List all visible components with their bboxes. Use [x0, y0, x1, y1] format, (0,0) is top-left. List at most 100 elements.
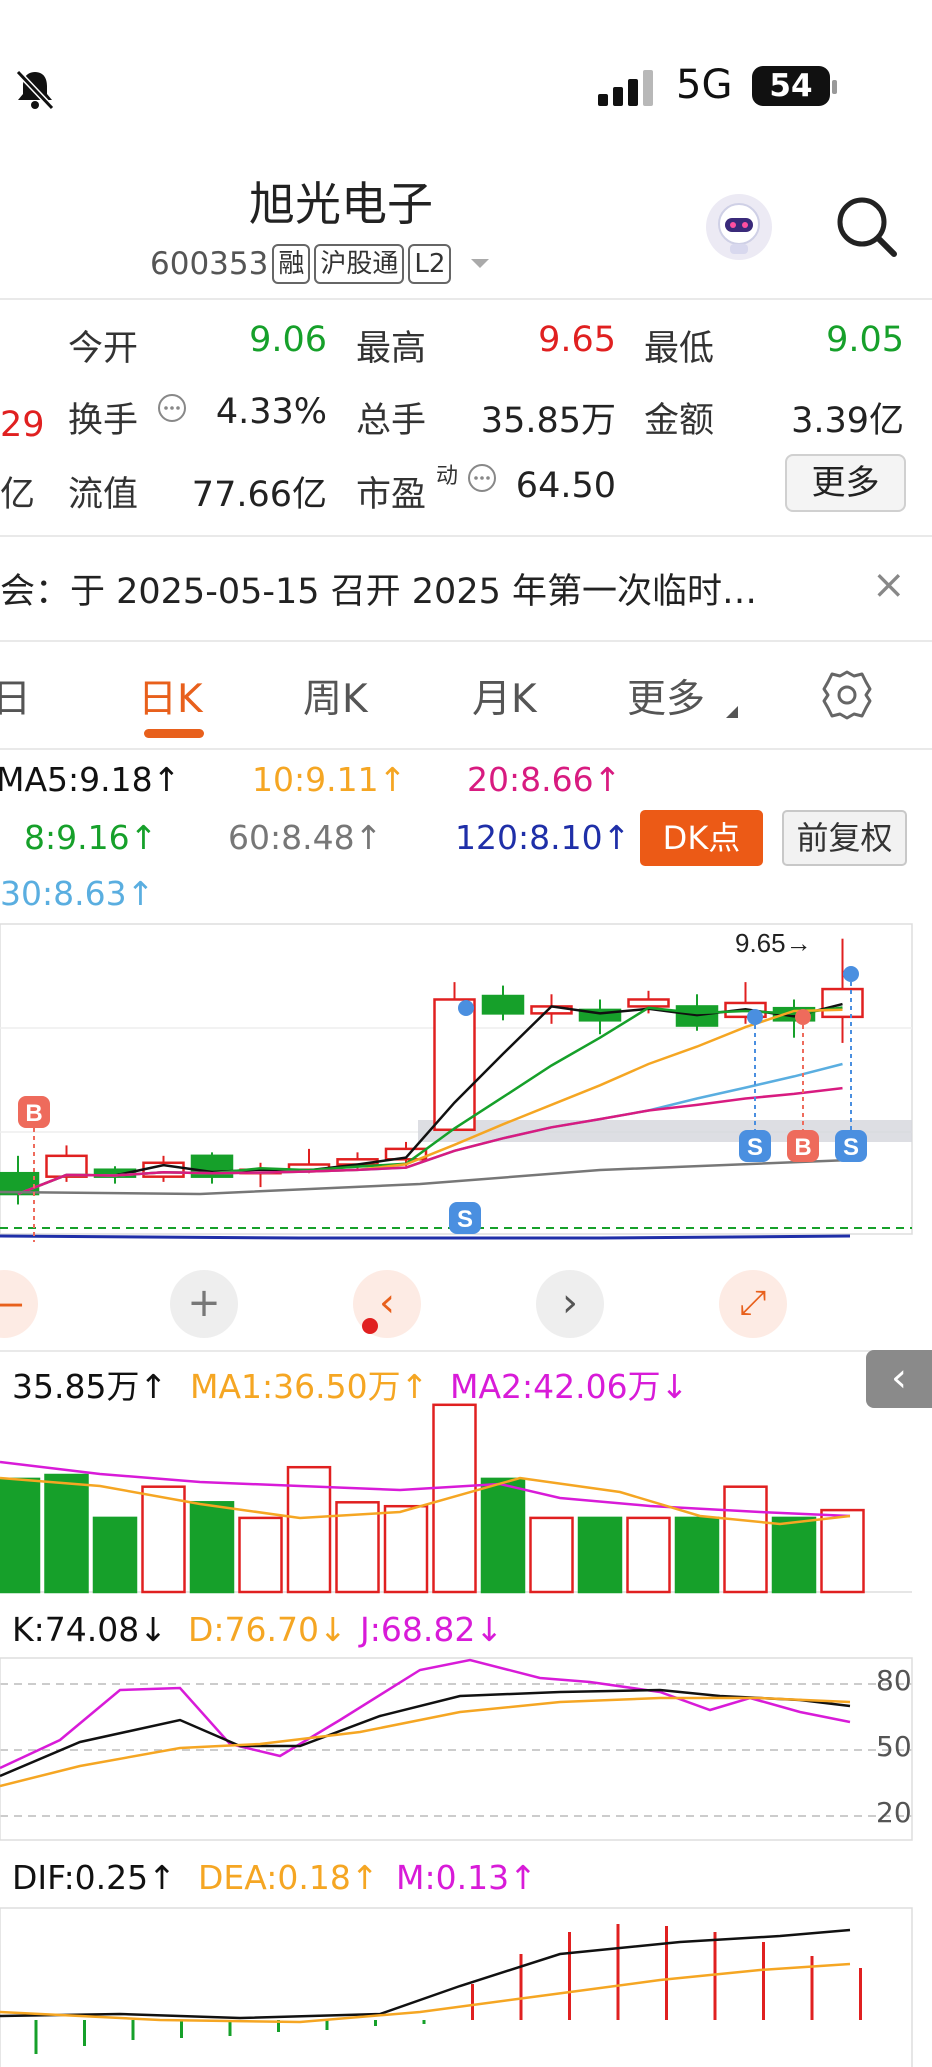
marker-letter: B [25, 1100, 42, 1127]
signal-dot [747, 1009, 763, 1025]
partial-value-2: 亿 [0, 475, 36, 515]
pe-value: 64.50 [515, 466, 616, 506]
open-label: 今开 [68, 329, 139, 369]
candle-body [433, 998, 476, 1132]
tab-monthly-k[interactable]: 月K [472, 668, 537, 724]
stock-title[interactable]: 旭光电子 [0, 168, 682, 234]
volume-chart [0, 1403, 912, 1594]
tag-l2: L2 [408, 244, 452, 284]
kdj-k: K:74.08↓ [12, 1610, 167, 1649]
stock-subinfo: 600353 融 沪股通 L2 [150, 244, 495, 284]
volume-bar [577, 1516, 623, 1594]
bell-off-icon [15, 69, 55, 111]
adjust-button[interactable]: 前复权 [782, 810, 907, 866]
tab-weekly-k[interactable]: 周K [303, 668, 368, 724]
battery-level: 54 [769, 68, 813, 104]
dk-point-button[interactable]: DK点 [640, 810, 763, 866]
volume-bar [432, 1403, 477, 1594]
buy-marker: B [787, 1130, 819, 1162]
candlestick-chart[interactable]: 9.65→ B S S B S [0, 922, 932, 1242]
info-icon[interactable] [466, 462, 498, 494]
kdj-tick-50: 50 [876, 1730, 912, 1763]
more-button[interactable]: 更多 [785, 454, 906, 512]
volume-bar [529, 1516, 574, 1594]
close-icon[interactable]: × [872, 562, 906, 608]
low-label: 最低 [644, 329, 715, 369]
volume-bar [771, 1516, 817, 1594]
robot-avatar-icon[interactable] [706, 194, 772, 260]
candle-body [627, 998, 670, 1008]
kdj-j: J:68.82↓ [360, 1610, 503, 1649]
zoom-in-icon[interactable]: + [170, 1270, 238, 1338]
buy-marker: B [18, 1096, 50, 1128]
high-value: 9.65 [538, 320, 616, 360]
ma5-label: MA5:9.18↑ [0, 760, 181, 799]
macd-dif: DIF:0.25↑ [12, 1858, 176, 1897]
volume-bar [674, 1516, 720, 1594]
tab-indicator [144, 729, 204, 738]
kdj-k-line [0, 1688, 851, 1778]
dropdown-triangle-icon[interactable] [465, 254, 495, 274]
volume-bar [141, 1485, 186, 1594]
ma30-label: 30:8.63↑ [0, 874, 155, 913]
marker-letter: S [457, 1206, 473, 1233]
kdj-frame [0, 1657, 913, 1841]
marker-letter: B [794, 1134, 811, 1161]
partial-value-1: 29 [0, 405, 45, 445]
ma20-label: 20:8.66↑ [467, 760, 622, 799]
forward-arrow-icon[interactable]: › [536, 1270, 604, 1338]
ma8-label: 8:9.16↑ [24, 818, 158, 857]
collapse-icon[interactable]: — [0, 1270, 38, 1338]
float-cap-label: 流值 [68, 475, 139, 515]
marker-letter: S [843, 1134, 859, 1161]
volume-bar [0, 1477, 41, 1594]
sell-marker: S [739, 1130, 771, 1162]
float-cap-value: 77.66亿 [191, 475, 327, 515]
volume-bar [723, 1485, 768, 1594]
ma10-label: 10:9.11↑ [252, 760, 407, 799]
macd-dea: DEA:0.18↑ [198, 1858, 379, 1897]
volume-bar [44, 1473, 89, 1594]
volume-value: 35.85万 [480, 401, 616, 441]
volume-bar [480, 1477, 526, 1594]
macd-m: M:0.13↑ [396, 1858, 537, 1897]
tab-daily-k[interactable]: 日K [138, 668, 203, 724]
open-value: 9.06 [249, 320, 327, 360]
volume-bar [626, 1516, 671, 1594]
settings-gear-icon[interactable] [820, 668, 874, 722]
volume-bar [92, 1516, 138, 1594]
network-label: 5G [676, 62, 733, 108]
sell-marker: S [835, 1130, 867, 1162]
notice-text[interactable]: 会：于 2025-05-15 召开 2025 年第一次临时… [0, 563, 757, 614]
sell-marker: S [449, 1202, 481, 1234]
amount-label: 金额 [644, 401, 715, 441]
tag-connect: 沪股通 [314, 244, 405, 284]
candle-body [45, 1154, 88, 1178]
candle-body [821, 987, 864, 1019]
kdj-d: D:76.70↓ [188, 1610, 347, 1649]
ma120-line [0, 1234, 851, 1240]
pe-label: 市盈 [356, 475, 427, 515]
tag-margin: 融 [272, 244, 311, 284]
turnover-label: 换手 [68, 401, 139, 441]
ma120-label: 120:8.10↑ [455, 818, 631, 857]
battery-icon: 54 [752, 66, 830, 106]
signal-dot [458, 1000, 474, 1016]
signal-icon [598, 70, 656, 106]
max-price-label: 9.65→ [735, 928, 812, 958]
search-icon[interactable] [832, 192, 902, 262]
low-value: 9.05 [826, 320, 904, 360]
macd-chart [0, 1907, 913, 2067]
expand-icon[interactable]: ⤢ [719, 1270, 787, 1338]
amount-value: 3.39亿 [791, 401, 904, 441]
info-icon[interactable] [156, 392, 188, 424]
small-triangle-icon [726, 706, 738, 718]
status-bar: 5G 54 [0, 0, 932, 150]
kdj-tick-20: 20 [876, 1796, 912, 1829]
tab-day-partial[interactable]: 日 [0, 668, 31, 724]
volume-bar [820, 1508, 865, 1594]
tab-more[interactable]: 更多 [627, 668, 705, 724]
signal-dot [795, 1009, 811, 1025]
stock-code: 600353 [150, 246, 269, 282]
turnover-value: 4.33% [215, 392, 327, 432]
